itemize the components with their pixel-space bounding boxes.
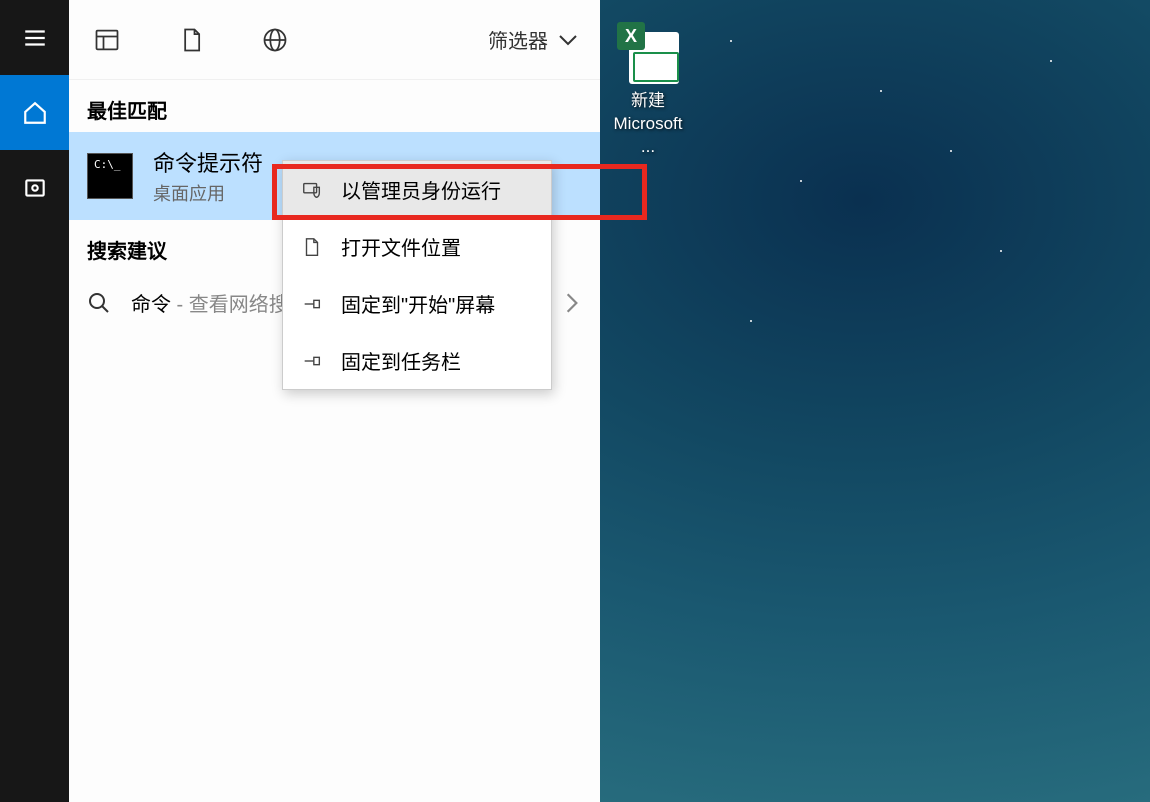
ctx-label: 以管理员身份运行 (341, 175, 501, 204)
suggestion-text: 命令 - 查看网络搜 (131, 288, 289, 317)
folder-icon (301, 236, 323, 258)
best-match-header: 最佳匹配 (69, 80, 600, 132)
desktop-icon-excel[interactable]: X 新建 Microsoft ... (606, 22, 690, 159)
ctx-label: 固定到任务栏 (341, 346, 461, 375)
result-subtitle: 桌面应用 (153, 180, 263, 206)
ctx-label: 固定到"开始"屏幕 (341, 289, 495, 318)
globe-icon (261, 26, 289, 54)
result-text: 命令提示符 桌面应用 (153, 146, 263, 206)
search-results-panel: 筛选器 最佳匹配 C:\_ 命令提示符 桌面应用 搜索建议 命令 - 查看网络搜 (69, 0, 600, 802)
ctx-label: 打开文件位置 (341, 232, 461, 261)
desktop-icon-label: 新建 Microsoft ... (606, 90, 690, 159)
apps-icon (93, 26, 121, 54)
home-button[interactable] (0, 75, 69, 150)
chevron-down-icon (558, 33, 578, 47)
ctx-pin-start[interactable]: 固定到"开始"屏幕 (283, 275, 551, 332)
shield-icon (301, 179, 323, 201)
cmd-icon-text: C:\_ (94, 158, 121, 171)
filter-dropdown[interactable]: 筛选器 (488, 25, 578, 54)
filter-label: 筛选器 (488, 25, 548, 54)
tab-documents[interactable] (171, 20, 211, 60)
pin-icon (301, 293, 323, 315)
search-icon (87, 291, 111, 315)
suggestion-term: 命令 (131, 294, 171, 316)
cmd-icon: C:\_ (87, 153, 133, 199)
menu-button[interactable] (0, 0, 69, 75)
tab-apps[interactable] (87, 20, 127, 60)
ctx-pin-taskbar[interactable]: 固定到任务栏 (283, 332, 551, 389)
suggestion-hint: - 查看网络搜 (171, 294, 289, 316)
ctx-run-as-admin[interactable]: 以管理员身份运行 (283, 161, 551, 218)
desktop-area[interactable]: X 新建 Microsoft ... (600, 0, 1150, 802)
result-title: 命令提示符 (153, 146, 263, 178)
chevron-right-icon[interactable] (560, 291, 584, 315)
home-icon (22, 100, 48, 126)
hamburger-icon (22, 25, 48, 51)
tab-web[interactable] (255, 20, 295, 60)
pin-icon (301, 350, 323, 372)
filter-tabs: 筛选器 (69, 0, 600, 80)
card-icon (22, 175, 48, 201)
document-icon (177, 26, 205, 54)
settings-button[interactable] (0, 150, 69, 225)
nav-sidebar (0, 0, 69, 802)
context-menu: 以管理员身份运行 打开文件位置 固定到"开始"屏幕 固定到任务栏 (282, 160, 552, 390)
excel-file-icon: X (617, 22, 679, 84)
ctx-open-location[interactable]: 打开文件位置 (283, 218, 551, 275)
excel-badge: X (617, 22, 645, 50)
